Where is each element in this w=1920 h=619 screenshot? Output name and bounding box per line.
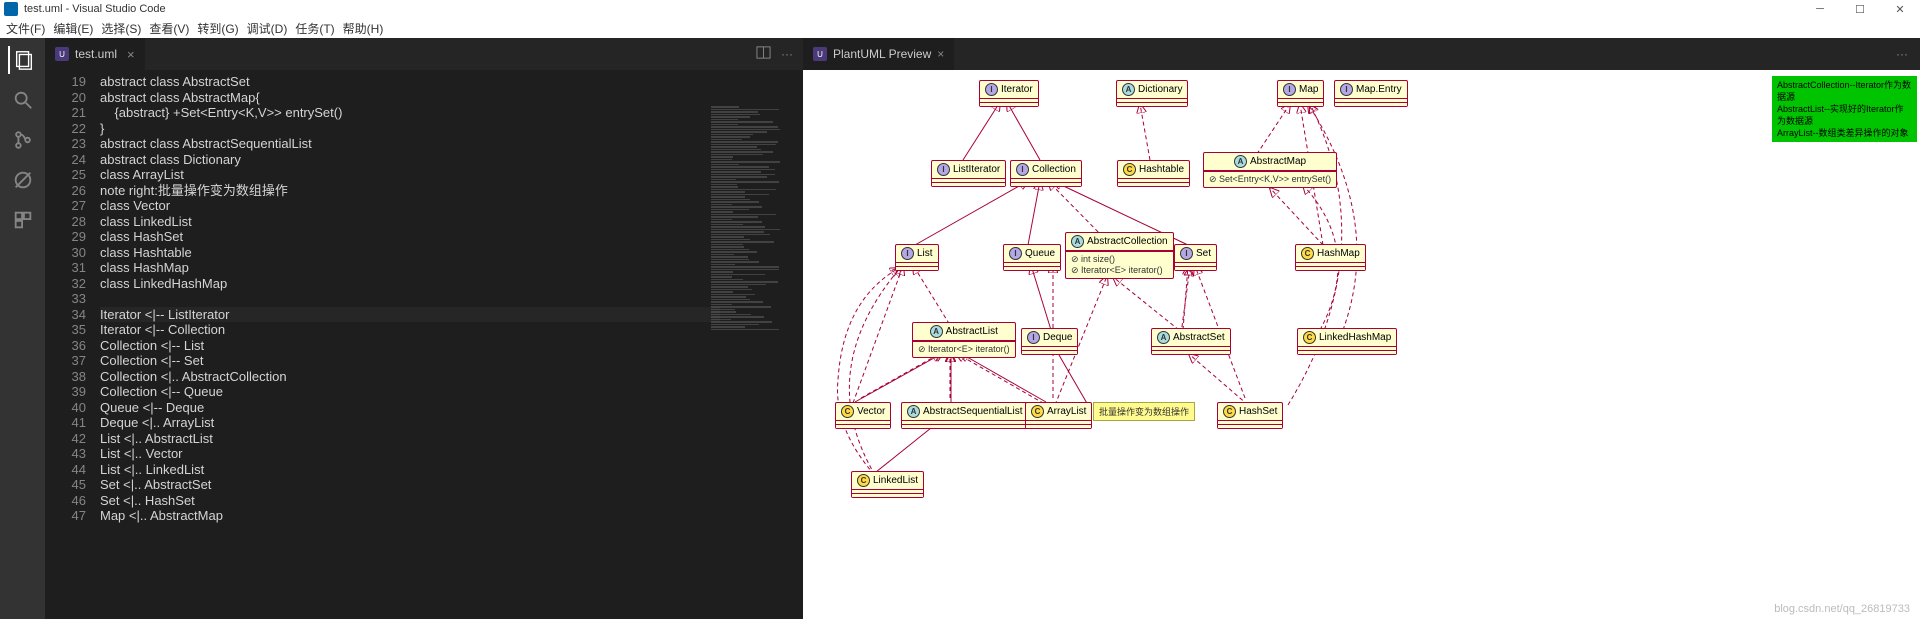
line-gutter: 1920212223242526272829303132333435363738… — [45, 70, 100, 619]
menu-task[interactable]: 任务(T) — [295, 20, 334, 37]
tab-test-uml[interactable]: U test.uml × — [45, 38, 146, 70]
uml-map-entry: IMap.Entry — [1334, 80, 1408, 107]
menu-debug[interactable]: 调试(D) — [247, 20, 288, 37]
tab-plantuml-preview[interactable]: U PlantUML Preview × — [803, 38, 954, 70]
menu-help[interactable]: 帮助(H) — [343, 20, 384, 37]
menu-goto[interactable]: 转到(G) — [197, 20, 238, 37]
uml-hashtable: CHashtable — [1117, 160, 1190, 187]
activity-bar — [0, 38, 45, 619]
uml-queue: IQueue — [1003, 244, 1061, 271]
uml-iterator: IIterator — [979, 80, 1039, 107]
editor-tabs: U test.uml × ··· — [45, 38, 803, 70]
title-bar: test.uml - Visual Studio Code ─ ☐ ✕ — [0, 0, 1920, 18]
split-editor-icon[interactable] — [756, 45, 771, 63]
uml-deque: IDeque — [1021, 328, 1078, 355]
menu-view[interactable]: 查看(V) — [149, 20, 189, 37]
uml-note-arraylist: 批量操作变为数组操作 — [1093, 402, 1195, 421]
tab-actions: ··· — [756, 38, 803, 70]
preview-more-icon[interactable]: ··· — [1896, 47, 1908, 61]
extensions-icon[interactable] — [9, 206, 37, 234]
uml-set: ISet — [1174, 244, 1217, 271]
file-icon: U — [55, 47, 69, 61]
uml-linkedhashmap: CLinkedHashMap — [1297, 328, 1397, 355]
menu-file[interactable]: 文件(F) — [6, 20, 45, 37]
explorer-icon[interactable] — [8, 46, 36, 74]
watermark: blog.csdn.net/qq_26819733 — [1774, 603, 1910, 615]
uml-hashset: CHashSet — [1217, 402, 1283, 429]
menu-bar: 文件(F) 编辑(E) 选择(S) 查看(V) 转到(G) 调试(D) 任务(T… — [0, 18, 1920, 38]
preview-body[interactable]: IIterator ADictionary IMap IMap.Entry IL… — [803, 70, 1920, 619]
preview-file-icon: U — [813, 47, 827, 61]
uml-dictionary: ADictionary — [1116, 80, 1188, 107]
vertical-scrollbar[interactable] — [791, 102, 803, 619]
more-actions-icon[interactable]: ··· — [781, 47, 793, 61]
uml-arraylist: CArrayList — [1025, 402, 1092, 429]
menu-edit[interactable]: 编辑(E) — [53, 20, 93, 37]
minimize-button[interactable]: ─ — [1800, 0, 1840, 18]
uml-vector: CVector — [835, 402, 891, 429]
uml-abstractset: AAbstractSet — [1151, 328, 1231, 355]
source-control-icon[interactable] — [9, 126, 37, 154]
debug-icon[interactable] — [9, 166, 37, 194]
uml-list: IList — [895, 244, 939, 271]
maximize-button[interactable]: ☐ — [1840, 0, 1880, 18]
uml-linkedlist: CLinkedList — [851, 471, 924, 498]
editor-body[interactable]: 1920212223242526272829303132333435363738… — [45, 70, 803, 619]
uml-hashmap: CHashMap — [1295, 244, 1366, 271]
uml-collection: ICollection — [1010, 160, 1082, 187]
editor-group: U test.uml × ··· 19202122232425262728293… — [45, 38, 803, 619]
uml-green-note: AbstractCollection--Iterator作为数据源 Abstra… — [1772, 76, 1917, 142]
window-controls: ─ ☐ ✕ — [1800, 0, 1920, 18]
uml-abstractsequentiallist: AAbstractSequentialList — [901, 402, 1029, 429]
search-icon[interactable] — [9, 86, 37, 114]
tab-close-icon[interactable]: × — [127, 47, 135, 62]
code-area[interactable]: abstract class AbstractSetabstract class… — [100, 70, 803, 619]
preview-group: U PlantUML Preview × ··· — [803, 38, 1920, 619]
minimap[interactable] — [711, 106, 791, 286]
preview-tabs: U PlantUML Preview × ··· — [803, 38, 1920, 70]
tab-label: test.uml — [75, 47, 117, 61]
window-title: test.uml - Visual Studio Code — [24, 3, 166, 15]
preview-tab-close-icon[interactable]: × — [937, 47, 944, 61]
close-window-button[interactable]: ✕ — [1880, 0, 1920, 18]
menu-select[interactable]: 选择(S) — [101, 20, 141, 37]
preview-tab-label: PlantUML Preview — [833, 47, 931, 61]
uml-abstractlist: AAbstractList⊘ Iterator<E> iterator() — [912, 322, 1016, 358]
vscode-logo-icon — [4, 2, 18, 16]
uml-abstractmap: AAbstractMap⊘ Set<Entry<K,V>> entrySet() — [1203, 152, 1337, 188]
uml-abstractcollection: AAbstractCollection⊘ int size()⊘ Iterato… — [1065, 232, 1174, 279]
uml-map: IMap — [1277, 80, 1324, 107]
preview-actions: ··· — [1896, 47, 1920, 61]
uml-listiterator: IListIterator — [931, 160, 1006, 187]
